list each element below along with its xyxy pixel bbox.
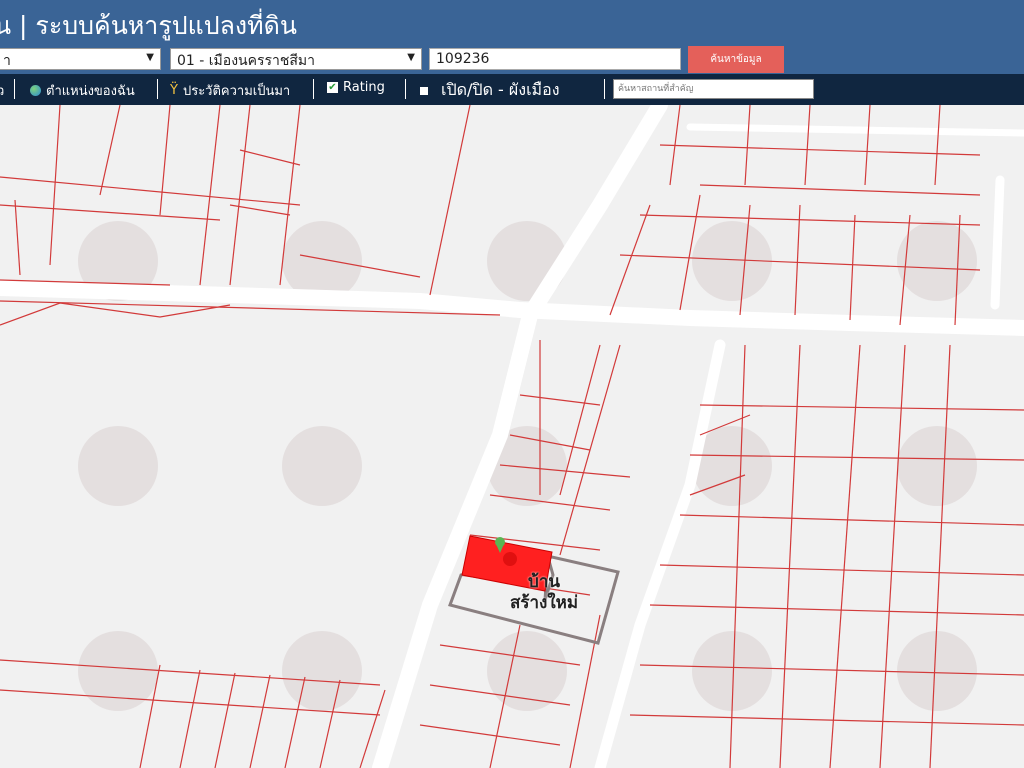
map-annotation-label: บ้าน สร้างใหม่	[510, 572, 579, 613]
rating-label: Rating	[343, 80, 385, 95]
toolbar-item-partial[interactable]: ว	[0, 80, 4, 101]
checkbox-icon: ✔	[327, 82, 338, 93]
toggle-layer-label: เปิด/ปิด - ผังเมือง	[441, 80, 560, 99]
history-icon: Ÿ	[170, 83, 178, 98]
chevron-down-icon: ▼	[407, 52, 415, 63]
toolbar-divider	[14, 79, 15, 99]
toolbar-divider	[313, 79, 314, 99]
parcel-number-input[interactable]	[429, 48, 681, 70]
my-location-label: ตำแหน่งของฉัน	[46, 84, 135, 99]
map-view[interactable]: บ้าน สร้างใหม่	[0, 105, 1024, 768]
globe-icon	[30, 85, 41, 96]
toolbar-toggle-layer[interactable]: เปิด/ปิด - ผังเมือง	[420, 78, 560, 103]
toolbar-my-location[interactable]: ตำแหน่งของฉัน	[30, 80, 135, 101]
toolbar-rating[interactable]: ✔ Rating	[327, 80, 385, 95]
square-icon	[420, 86, 428, 95]
district-select-value: 01 - เมืองนครราชสีมา	[177, 53, 315, 69]
province-select[interactable]: า ▼	[0, 48, 161, 70]
toolbar: ว ตำแหน่งของฉัน Ÿ ประวัติความเป็นมา ✔ Ra…	[0, 74, 1024, 105]
app-header: น | ระบบค้นหารูปแปลงที่ดิน า ▼ 01 - เมือ…	[0, 0, 1024, 74]
toolbar-divider	[604, 79, 605, 99]
page-title: น | ระบบค้นหารูปแปลงที่ดิน	[0, 11, 297, 40]
province-select-value: า	[3, 53, 11, 69]
search-button[interactable]: ค้นหาข้อมูล	[688, 46, 784, 73]
place-search-input[interactable]	[613, 79, 814, 99]
toolbar-divider	[405, 79, 406, 99]
toolbar-history[interactable]: Ÿ ประวัติความเป็นมา	[170, 80, 290, 101]
toolbar-divider	[157, 79, 158, 99]
district-select[interactable]: 01 - เมืองนครราชสีมา ▼	[170, 48, 422, 70]
location-dot-icon	[503, 552, 517, 566]
history-label: ประวัติความเป็นมา	[182, 84, 291, 99]
parcel-map	[0, 105, 1024, 768]
chevron-down-icon: ▼	[146, 52, 154, 63]
